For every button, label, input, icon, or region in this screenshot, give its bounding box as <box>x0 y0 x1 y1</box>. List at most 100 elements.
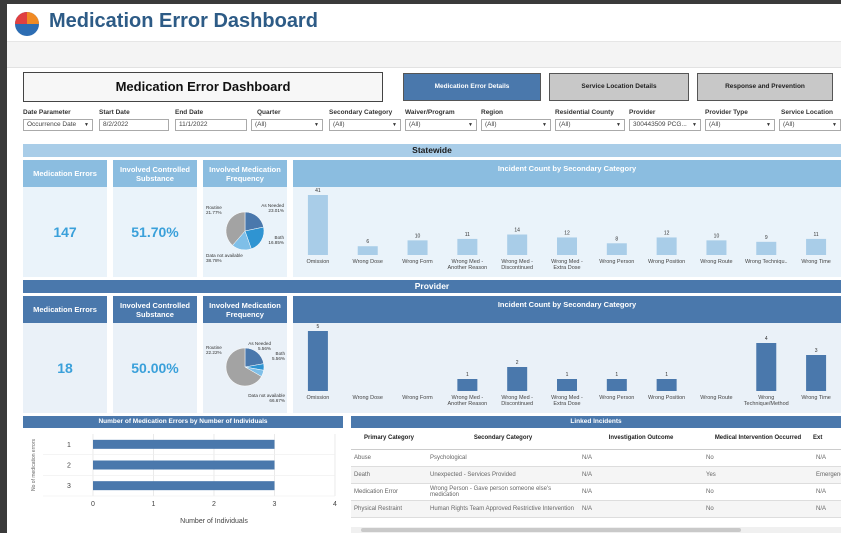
filter-provider[interactable]: 300443509 PCG... ▼ <box>629 119 701 131</box>
statewide-bar[interactable] <box>507 234 528 255</box>
provider-bar[interactable] <box>756 343 777 391</box>
individuals-chart-title: Number of Medication Errors by Number of… <box>23 416 343 428</box>
statewide-slice-value: 21.77% <box>206 210 222 215</box>
filter-provider-type[interactable]: (All) ▼ <box>705 119 775 131</box>
provider-bar[interactable] <box>806 355 827 391</box>
table-cell: No <box>703 449 813 467</box>
filter-residential-county[interactable]: (All) ▼ <box>555 119 625 131</box>
provider-bar-chart: 5Omission Wrong Dose Wrong Form1Wrong Med … <box>306 324 831 407</box>
filter-label-provider-type: Provider Type <box>705 109 748 116</box>
statewide-pie-chart: Routine21.77%As Needed23.01%Both16.85%Da… <box>206 203 284 263</box>
statewide-category-label: Wrong Form <box>402 259 433 265</box>
filter-label-region: Region <box>481 109 504 116</box>
tab-service-location-details[interactable]: Service Location Details <box>549 73 689 101</box>
statewide-category-label: Omission <box>306 259 329 265</box>
table-row[interactable]: Physical Restraint Human Rights Team App… <box>351 500 841 518</box>
statewide-category-label: Wrong Position <box>648 259 685 265</box>
dropdown-arrow-icon: ▼ <box>542 122 547 128</box>
filter-service-location[interactable]: (All) ▼ <box>779 119 841 131</box>
statewide-bar[interactable] <box>656 237 677 255</box>
dropdown-arrow-icon: ▼ <box>766 122 771 128</box>
filter-waiver-program[interactable]: (All) ▼ <box>405 119 477 131</box>
statewide-bar[interactable] <box>557 237 577 255</box>
statewide-bar[interactable] <box>357 246 378 255</box>
dropdown-arrow-icon: ▼ <box>692 122 697 128</box>
individuals-chart-panel: 0 1 2 3 4 1 2 3 Number of Individuals No of medic… <box>23 428 343 533</box>
table-cell: N/A <box>813 500 841 518</box>
table-row[interactable]: Medication Error Wrong Person - Gave per… <box>351 483 841 501</box>
filter-label-quarter: Quarter <box>257 109 281 116</box>
scrollbar-thumb[interactable] <box>361 528 741 532</box>
statewide-category-label: Wrong Techniqu.. <box>745 259 788 265</box>
provider-value-label: 3 <box>815 348 818 354</box>
provider-value-label: 4 <box>765 336 768 342</box>
table-row[interactable]: Death Unexpected - Services Provided N/A… <box>351 466 841 484</box>
filter-date-parameter[interactable]: Occurrence Date ▼ <box>23 119 93 131</box>
filter-label-date-parameter: Date Parameter <box>23 109 71 116</box>
filter-value: (All) <box>709 121 721 128</box>
filter-value: (All) <box>485 121 497 128</box>
statewide-bar[interactable] <box>407 240 428 255</box>
table-header-row: Primary Category Secondary Category Inve… <box>351 428 841 450</box>
provider-category-label: Wrong Time <box>801 395 831 401</box>
tab-medication-error-details[interactable]: Medication Error Details <box>403 73 541 101</box>
column-header[interactable]: Medical Intervention Occurred <box>703 428 813 450</box>
statewide-value-label: 6 <box>366 239 369 245</box>
provider-bar[interactable] <box>656 379 677 391</box>
filter-quarter[interactable]: (All) ▼ <box>251 119 323 131</box>
filter-secondary-category[interactable]: (All) ▼ <box>329 119 401 131</box>
table-cell: N/A <box>579 483 703 501</box>
individuals-bar[interactable] <box>93 481 275 491</box>
column-header[interactable]: Primary Category <box>351 428 427 450</box>
end-date-input[interactable]: 11/1/2022 <box>175 119 247 131</box>
filter-label-provider: Provider <box>629 109 656 116</box>
provider-category-label: Another Reason <box>447 401 487 407</box>
statewide-bar[interactable] <box>806 238 827 255</box>
provider-bar[interactable] <box>606 379 627 391</box>
column-header[interactable]: Secondary Category <box>427 428 579 450</box>
individuals-bar[interactable] <box>93 460 275 470</box>
statewide-bar[interactable] <box>756 241 777 255</box>
dashboard-canvas: Medication Error Dashboard Medication Er… <box>21 68 841 533</box>
start-date-input[interactable]: 8/2/2022 <box>99 119 169 131</box>
filter-value: Occurrence Date <box>27 121 77 128</box>
statewide-bar[interactable] <box>706 240 727 255</box>
provider-bar[interactable] <box>307 331 328 391</box>
filter-label-waiver-program: Waiver/Program <box>405 109 455 116</box>
table-cell: N/A <box>813 483 841 501</box>
y-axis-label: No of medication errors <box>31 439 37 491</box>
provider-medication-errors-label: Medication Errors <box>23 296 107 323</box>
statewide-medication-errors-value: 147 <box>23 187 107 277</box>
statewide-category-label: Wrong Route <box>700 259 732 265</box>
column-header[interactable]: Ext <box>813 428 841 450</box>
statewide-value-label: 10 <box>714 233 720 239</box>
linked-incidents-title: Linked Incidents <box>351 416 841 428</box>
column-header[interactable]: Investigation Outcome <box>579 428 703 450</box>
individuals-bar[interactable] <box>93 439 275 449</box>
provider-category-label: Wrong Position <box>648 395 685 401</box>
provider-bar[interactable] <box>557 379 577 391</box>
statewide-bar-chart: 41 Omission 6 Wrong Dose 10 Wrong Form 11 Wrong… <box>306 188 830 271</box>
filter-region[interactable]: (All) ▼ <box>481 119 551 131</box>
dropdown-arrow-icon: ▼ <box>468 122 473 128</box>
provider-bar[interactable] <box>457 379 478 391</box>
filter-value: (All) <box>333 121 345 128</box>
statewide-value-label: 10 <box>415 233 421 239</box>
statewide-bar[interactable] <box>457 238 478 255</box>
provider-frequency-label: Involved Medication Frequency <box>203 296 287 323</box>
statewide-bar[interactable] <box>606 243 627 255</box>
provider-category-label: Wrong Form <box>402 395 433 401</box>
table-row[interactable]: Abuse Psychological N/A No N/A <box>351 449 841 467</box>
filter-value: (All) <box>559 121 571 128</box>
tab-response-and-prevention[interactable]: Response and Prevention <box>697 73 833 101</box>
provider-bar[interactable] <box>507 367 528 391</box>
provider-slice-value: 5.56% <box>272 356 285 361</box>
table-horizontal-scrollbar[interactable] <box>351 527 841 533</box>
linked-incidents-table: Primary Category Secondary Category Inve… <box>351 428 841 518</box>
statewide-bar[interactable] <box>307 195 328 255</box>
statewide-band: Statewide <box>23 144 841 157</box>
table-cell: N/A <box>579 500 703 518</box>
statewide-value-label: 12 <box>664 230 670 236</box>
provider-slice-value: 22.22% <box>206 350 222 355</box>
x-tick-label: 0 <box>91 501 95 508</box>
